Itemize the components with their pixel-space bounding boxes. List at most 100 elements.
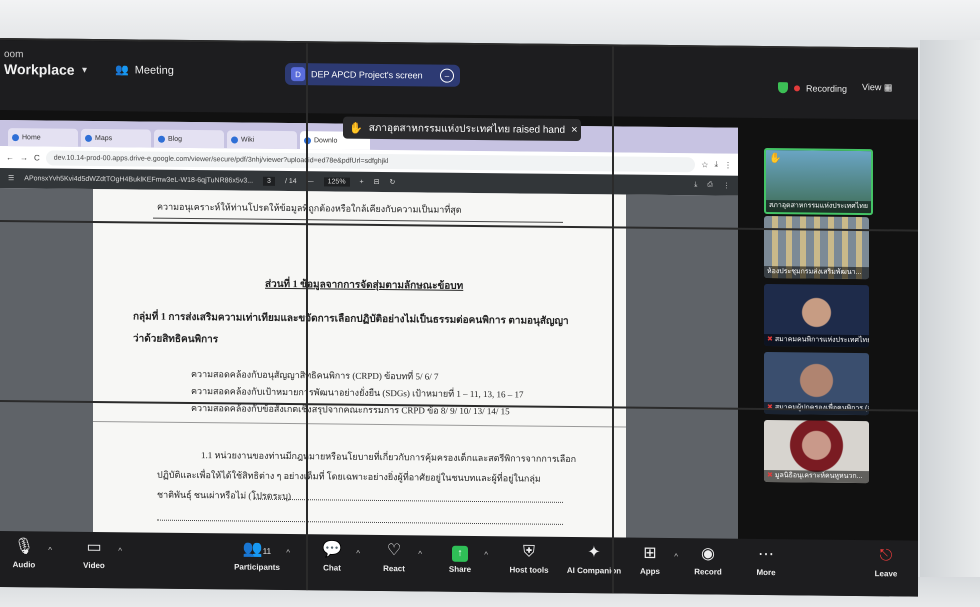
group-heading-cont: ว่าด้วยสิทธิคนพิการ bbox=[133, 333, 219, 346]
room-wall bbox=[920, 40, 980, 607]
audio-button[interactable]: 🎙 Audio ^ bbox=[0, 537, 54, 570]
share-options-icon[interactable]: – bbox=[440, 68, 454, 83]
back-icon[interactable]: ← bbox=[6, 153, 14, 162]
host-tools-button[interactable]: ⛨ Host tools bbox=[494, 542, 564, 575]
group-heading: กลุ่มที่ 1 การส่งเสริมความเท่าเทียมและขจ… bbox=[133, 311, 569, 327]
answer-line bbox=[157, 519, 563, 526]
sparkle-icon: ✦ bbox=[587, 544, 601, 562]
react-button[interactable]: ♡ React ^ bbox=[364, 541, 424, 574]
mic-off-icon: ✖ bbox=[767, 472, 773, 480]
view-button[interactable]: View ▦ bbox=[862, 82, 892, 93]
monitor-seam bbox=[612, 46, 614, 594]
tab-favicon-icon bbox=[231, 135, 238, 143]
caret-up-icon[interactable]: ^ bbox=[118, 546, 122, 555]
browser-tab[interactable]: Maps bbox=[81, 128, 151, 148]
meeting-toolbar: 🎙 Audio ^ ▭ Video ^ 👥11 Participants ^ 💬 Chat ^ … bbox=[0, 531, 918, 597]
pdf-page: ความอนุเคราะห์ให้ท่านโปรดให้ข้อมูลที่ถูก… bbox=[93, 188, 626, 557]
pdf-filename: APonsxYvh5Kvi4d5dWZdtTOgH4BuklKEFmw3eL-W… bbox=[24, 174, 254, 185]
page-number-input[interactable]: 3 bbox=[263, 176, 275, 186]
meeting-label: Meeting bbox=[134, 63, 174, 77]
tab-favicon-icon bbox=[158, 135, 165, 143]
rotate-icon[interactable]: ↻ bbox=[390, 178, 396, 186]
browser-tab[interactable]: Blog bbox=[154, 129, 224, 149]
zoom-brand: oom Workplace bbox=[4, 48, 75, 78]
participants-gallery: ✋ สภาอุตสาหกรรมแห่งประเทศไทย ห้องประชุมก… bbox=[758, 134, 873, 575]
caret-up-icon[interactable]: ^ bbox=[286, 548, 290, 557]
print-icon[interactable]: ⎙ bbox=[707, 181, 713, 189]
video-button[interactable]: ▭ Video ^ bbox=[64, 538, 124, 571]
caret-up-icon[interactable]: ^ bbox=[484, 550, 488, 559]
pdf-viewer[interactable]: ความอนุเคราะห์ให้ท่านโปรดให้ข้อมูลที่ถูก… bbox=[0, 188, 738, 558]
answer-line bbox=[253, 498, 563, 504]
caret-up-icon[interactable]: ^ bbox=[356, 549, 360, 558]
heart-icon: ♡ bbox=[386, 542, 402, 560]
fit-page-icon[interactable]: ⊟ bbox=[374, 178, 380, 186]
screen-share-indicator[interactable]: D DEP APCD Project's screen – bbox=[285, 62, 460, 87]
tab-favicon-icon bbox=[85, 134, 92, 142]
brand-line2: Workplace bbox=[4, 61, 75, 78]
mic-off-icon: ✖ bbox=[767, 336, 773, 344]
close-icon[interactable]: × bbox=[571, 124, 577, 136]
caret-up-icon[interactable]: ^ bbox=[418, 549, 422, 558]
raised-hand-icon: ✋ bbox=[349, 122, 363, 135]
bullet-sdgs: ความสอดคล้องกับเป้าหมายการพัฒนาอย่างยั่ง… bbox=[191, 386, 524, 400]
view-label: View bbox=[862, 82, 882, 93]
participant-name: ✖ สมาคมคนพิการแห่งประเทศไทย bbox=[764, 334, 869, 348]
zoom-in-icon[interactable]: + bbox=[360, 178, 364, 185]
browser-tab[interactable]: Home bbox=[8, 128, 78, 147]
participant-name: สภาอุตสาหกรรมแห่งประเทศไทย bbox=[766, 200, 871, 214]
bullet-crpd: ความสอดคล้องกับอนุสัญญาสิทธิคนพิการ (CRP… bbox=[191, 369, 439, 382]
section-title: ส่วนที่ 1 ข้อมูลจากการจัดสุ่มตามลักษณะข้… bbox=[265, 278, 464, 292]
recording-label: Recording bbox=[806, 82, 848, 94]
star-icon[interactable]: ☆ bbox=[701, 160, 708, 169]
participants-button[interactable]: 👥11 Participants ^ bbox=[222, 539, 292, 572]
chat-icon: 💬 bbox=[322, 541, 342, 559]
participant-tile[interactable]: ห้องประชุมกรมส่งเสริมพัฒนา... bbox=[764, 216, 869, 280]
participant-name: ห้องประชุมกรมส่งเสริมพัฒนา... bbox=[764, 266, 869, 280]
leave-button[interactable]: ⎋ Leave bbox=[856, 546, 916, 579]
participant-name: ✖ มูลนิธิอนุเคราะห์คนหูหนวก... bbox=[764, 470, 869, 484]
apps-button[interactable]: ⊞ Apps ^ bbox=[620, 543, 680, 576]
participant-tile[interactable]: ✖ มูลนิธิอนุเคราะห์คนหูหนวก... bbox=[764, 420, 869, 484]
menu-icon[interactable]: ⋮ bbox=[724, 160, 732, 169]
raised-hand-text: สภาอุตสาหกรรมแห่งประเทศไทย raised hand bbox=[368, 122, 566, 136]
forward-icon[interactable]: → bbox=[20, 153, 28, 162]
participant-count: 11 bbox=[262, 546, 272, 556]
monitor-seam bbox=[306, 43, 308, 591]
browser-tab[interactable]: Wiki bbox=[227, 130, 297, 150]
question-1-1-cont: ปฏิบัติและเพื่อให้ได้ใช้สิทธิต่าง ๆ อย่า… bbox=[157, 469, 541, 484]
chevron-down-icon[interactable]: ▾ bbox=[82, 65, 87, 76]
more-button[interactable]: ⋯ More bbox=[736, 545, 796, 578]
shield-icon bbox=[778, 82, 788, 94]
raised-hand-icon: ✋ bbox=[769, 153, 782, 165]
pdf-download-icon[interactable]: ⤓ bbox=[694, 181, 697, 189]
reload-icon[interactable]: C bbox=[34, 153, 40, 162]
pdf-menu-icon[interactable]: ☰ bbox=[8, 174, 14, 182]
page-total: / 14 bbox=[284, 177, 297, 185]
raised-hand-notification: ✋ สภาอุตสาหกรรมแห่งประเทศไทย raised hand… bbox=[343, 116, 581, 142]
doc-line: ความอนุเคราะห์ให้ท่านโปรดให้ข้อมูลที่ถูก… bbox=[157, 201, 462, 215]
participant-tile[interactable]: ✖สมาคมผู้ปกครองเพื่อคนพิการ (จ) bbox=[764, 352, 869, 416]
share-button[interactable]: ↑ Share ^ bbox=[430, 542, 490, 575]
record-dot-icon bbox=[794, 84, 800, 91]
caret-up-icon[interactable]: ^ bbox=[48, 546, 52, 555]
zoom-top-bar: oom Workplace ▾ 👥 Meeting D DEP APCD Pro… bbox=[0, 40, 918, 120]
leave-icon: ⎋ bbox=[879, 547, 893, 565]
page-break bbox=[93, 420, 626, 428]
participant-tile[interactable]: ✋ สภาอุตสาหกรรมแห่งประเทศไทย bbox=[764, 148, 873, 216]
meeting-menu[interactable]: 👥 Meeting bbox=[115, 63, 174, 77]
apps-icon: ⊞ bbox=[643, 544, 657, 562]
record-button[interactable]: ◉ Record bbox=[678, 544, 738, 577]
pdf-more-icon[interactable]: ⋮ bbox=[723, 182, 730, 190]
question-1-1: 1.1 หน่วยงานของท่านมีกฎหมายหรือนโยบายที่… bbox=[201, 450, 577, 465]
record-icon: ◉ bbox=[701, 545, 715, 563]
share-badge: D bbox=[291, 67, 305, 82]
shield-icon: ⛨ bbox=[522, 543, 535, 561]
chat-button[interactable]: 💬 Chat ^ bbox=[302, 540, 362, 573]
share-title: DEP APCD Project's screen bbox=[311, 69, 423, 81]
zoom-level[interactable]: 125% bbox=[323, 176, 350, 187]
download-icon[interactable]: ⤓ bbox=[714, 159, 718, 169]
camera-icon: ▭ bbox=[86, 538, 102, 557]
participant-tile[interactable]: ✖ สมาคมคนพิการแห่งประเทศไทย bbox=[764, 284, 869, 348]
participants-icon: 👥11 bbox=[242, 540, 272, 558]
